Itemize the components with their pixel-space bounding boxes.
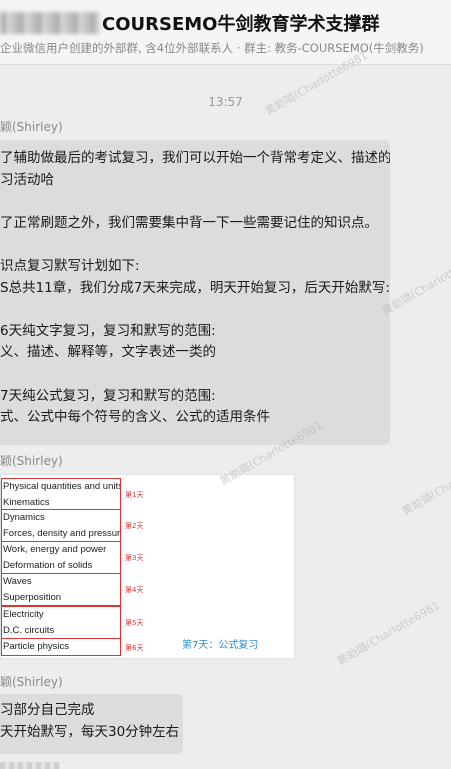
message-line: 习活动哈 bbox=[0, 171, 54, 188]
chapter-name: Kinematics bbox=[3, 496, 50, 508]
message-line: 7天纯公式复习，复习和默写的范围: bbox=[0, 387, 216, 404]
message-timestamp: 13:57 bbox=[208, 95, 243, 109]
message-line: 义、描述、解释等，文字表述一类的 bbox=[0, 344, 216, 361]
day-label: 第5天 bbox=[125, 619, 144, 627]
watermark: 黄助璐(Charlotte6981 bbox=[334, 598, 443, 669]
day-label: 第1天 bbox=[125, 491, 144, 499]
chapter-name: Physical quantities and units bbox=[3, 481, 120, 492]
chapter-name: Electricity bbox=[3, 609, 44, 620]
message-sender: 颖(Shirley) bbox=[0, 454, 63, 468]
message-line: 天开始默写，每天30分钟左右 bbox=[0, 723, 180, 740]
chapter-name: Superposition bbox=[3, 591, 62, 603]
chapter-name: D.C. circuits bbox=[3, 624, 55, 636]
text-message-bubble[interactable]: 习部分自己完成天开始默写，每天30分钟左右 bbox=[0, 694, 183, 754]
chapter-name: Work, energy and power bbox=[3, 544, 107, 555]
message-line: 了辅助做最后的考试复习，我们可以开始一个背常考定义、描述的 bbox=[0, 150, 390, 166]
image-message[interactable]: 第7天：公式复习 Physical quantities and units Ki… bbox=[0, 474, 295, 659]
message-line: 6天纯文字复习，复习和默写的范围: bbox=[0, 322, 216, 339]
chat-header: COURSEMO牛剑教育学术支撑群 企业微信用户创建的外部群, 含4位外部联系人… bbox=[0, 0, 451, 65]
chapter-name: Particle physics bbox=[3, 641, 69, 652]
blurred-group-prefix bbox=[0, 12, 100, 34]
message-line: 习部分自己完成 bbox=[0, 702, 95, 718]
message-line: 式、公式中每个符号的含义、公式的适用条件 bbox=[0, 409, 270, 426]
message-line: 识点复习默写计划如下: bbox=[0, 257, 140, 274]
day-label: 第6天 bbox=[125, 644, 144, 652]
chapter-group-box: Waves Superposition bbox=[1, 573, 121, 606]
day-label: 第3天 bbox=[125, 554, 144, 562]
next-message-sender-partial bbox=[0, 762, 60, 769]
chapter-group-box: Physical quantities and units Kinematics bbox=[1, 478, 121, 511]
chapter-group-box: Work, energy and power Deformation of sol… bbox=[1, 541, 121, 574]
chapter-name: Waves bbox=[3, 576, 32, 587]
message-line bbox=[0, 191, 390, 213]
message-line: 了正常刷题之外，我们需要集中背一下一些需要记住的知识点。 bbox=[0, 214, 378, 231]
message-line bbox=[0, 234, 390, 256]
message-sender: 颖(Shirley) bbox=[0, 675, 63, 689]
chat-subtitle: 企业微信用户创建的外部群, 含4位外部联系人 · 群主: 教务-COURSEMO… bbox=[0, 41, 424, 55]
chat-title[interactable]: COURSEMO牛剑教育学术支撑群 bbox=[102, 10, 379, 36]
day-label: 第2天 bbox=[125, 522, 144, 530]
text-message-bubble[interactable]: 了辅助做最后的考试复习，我们可以开始一个背常考定义、描述的 习活动哈了正常刷题之外… bbox=[0, 140, 390, 445]
chapter-group-box: Particle physics bbox=[1, 638, 121, 656]
message-sender: 颖(Shirley) bbox=[0, 120, 63, 134]
day-label: 第4天 bbox=[125, 586, 144, 594]
chapter-group-box: Electricity D.C. circuits bbox=[1, 606, 121, 639]
message-line bbox=[0, 299, 390, 321]
chapter-name: Dynamics bbox=[3, 512, 45, 523]
day7-label: 第7天：公式复习 bbox=[182, 640, 259, 651]
chapter-name: Forces, density and pressure bbox=[3, 527, 120, 539]
message-line bbox=[0, 364, 390, 386]
chapter-name: Deformation of solids bbox=[3, 559, 93, 571]
watermark: 黄助璐(Charlotte6981 bbox=[399, 448, 451, 519]
message-line: S总共11章，我们分成7天来完成，明天开始复习，后天开始默写: bbox=[0, 279, 390, 296]
chapter-group-box: Dynamics Forces, density and pressure bbox=[1, 509, 121, 542]
